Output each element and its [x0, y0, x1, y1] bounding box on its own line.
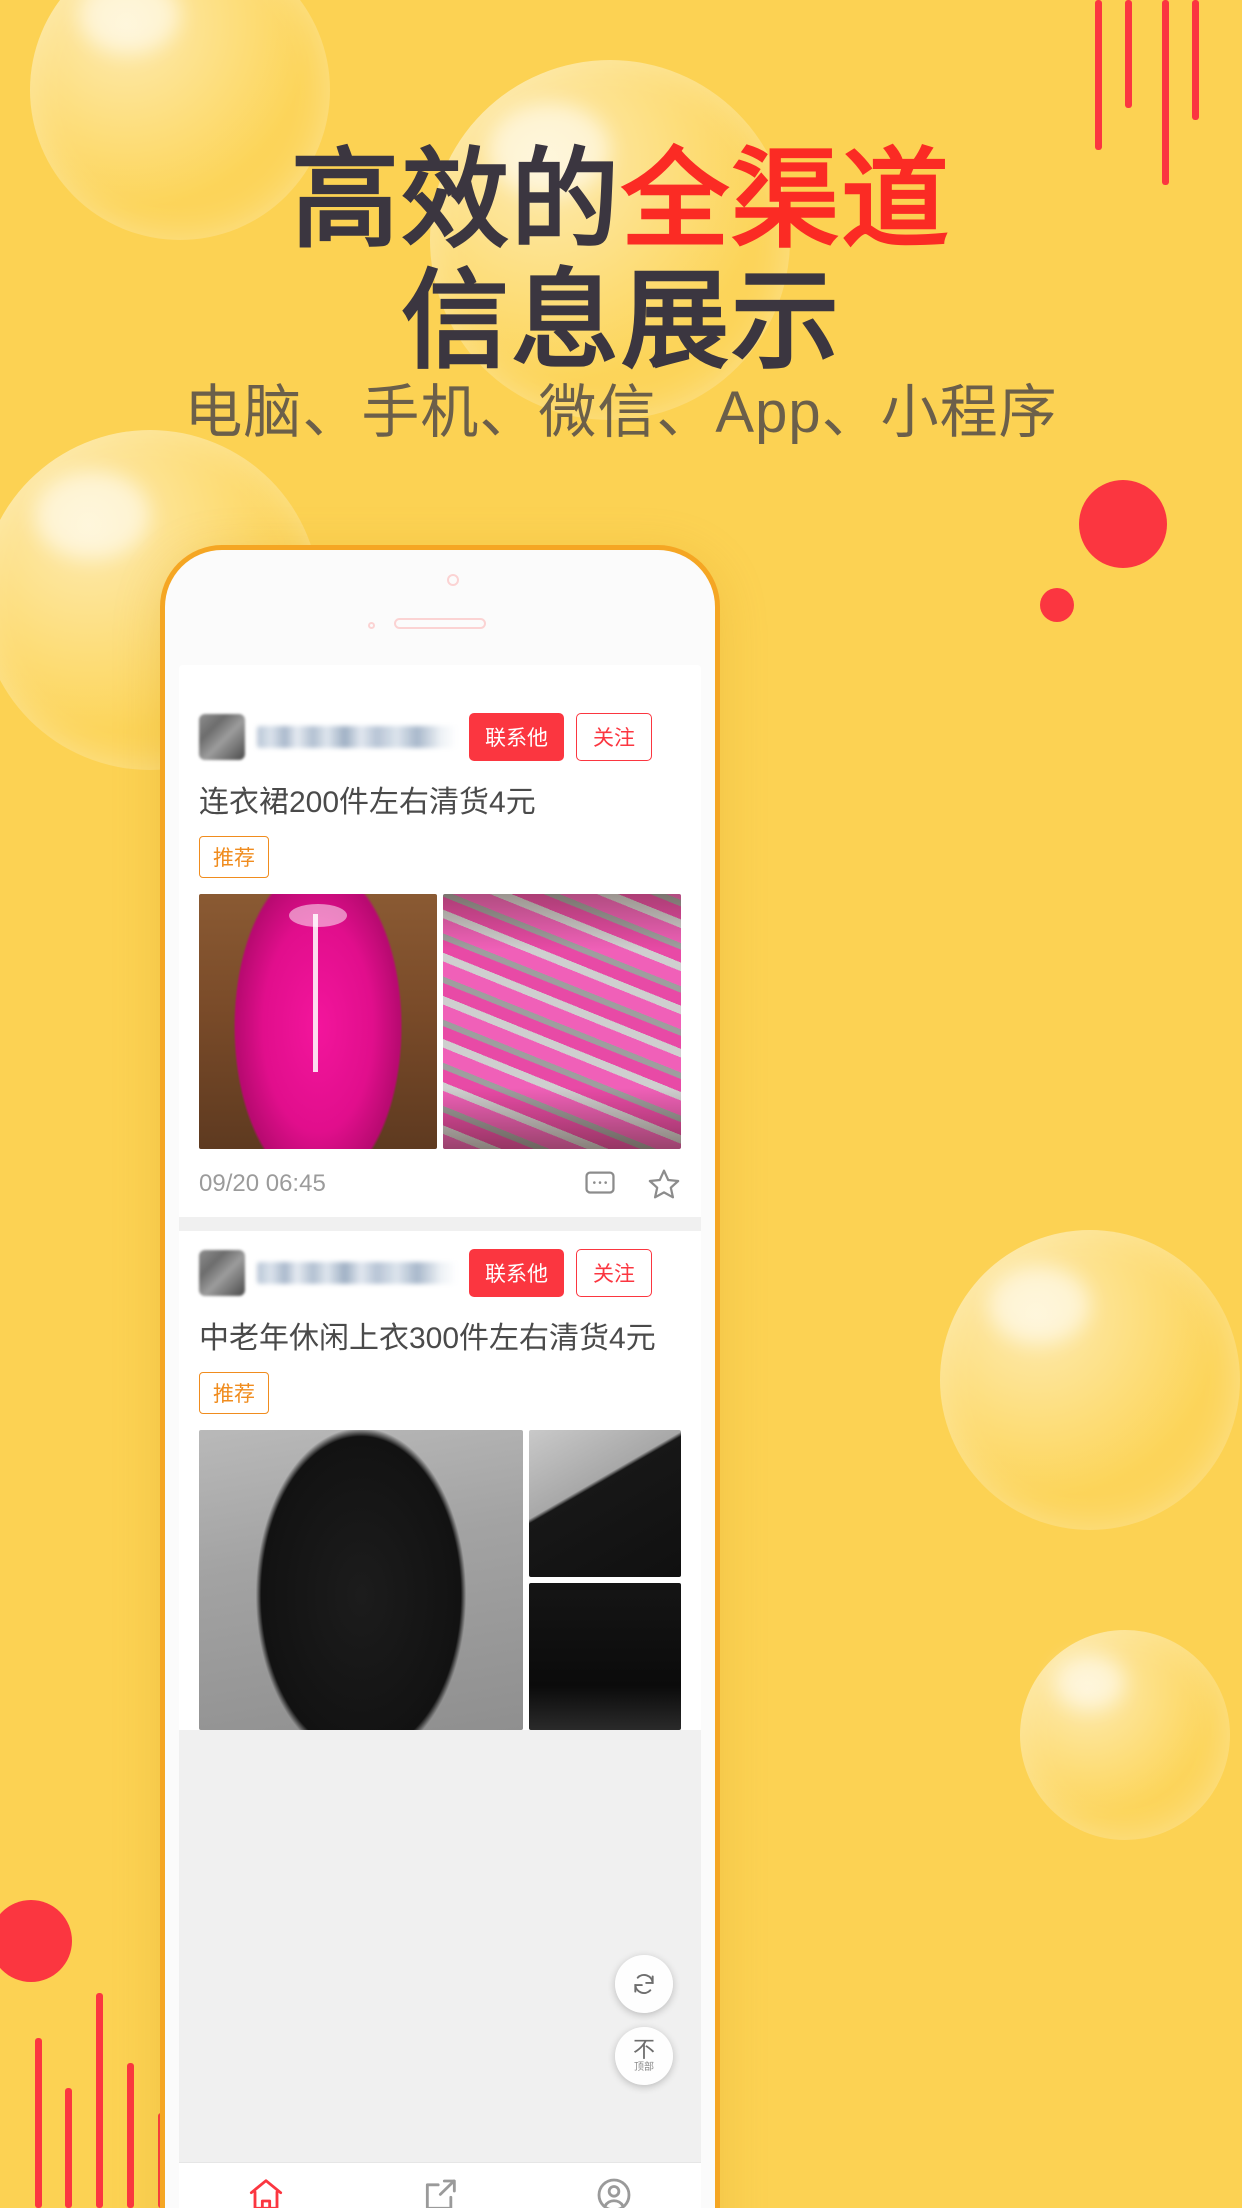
floating-action-buttons: 不 顶部: [615, 1955, 673, 2085]
post-header: 联系他 关注: [199, 1249, 681, 1303]
post-footer-actions: [583, 1167, 681, 1201]
earpiece-speaker: [394, 618, 486, 629]
post-footer: 09/20 06:45: [199, 1149, 681, 1217]
red-bar-decoration: [127, 2063, 134, 2208]
red-bar-decoration: [1125, 0, 1132, 108]
status-badge: 推荐: [199, 836, 269, 878]
red-bar-decoration: [1192, 0, 1199, 120]
list-item[interactable]: 联系他 关注 连衣裙200件左右清货4元 推荐 09/20 06:45: [179, 695, 701, 1217]
red-circle-decoration: [1040, 588, 1074, 622]
post-title[interactable]: 中老年休闲上衣300件左右清货4元: [199, 1319, 681, 1358]
headline-line-2: 信息展示: [400, 259, 841, 381]
post-action-buttons: 联系他 关注: [469, 1249, 652, 1297]
tab-profile[interactable]: 我的: [527, 2175, 701, 2208]
contact-button[interactable]: 联系他: [469, 713, 564, 761]
bottom-tab-bar: 首页 发布: [179, 2162, 701, 2208]
follow-button[interactable]: 关注: [576, 1249, 652, 1297]
avatar[interactable]: [199, 1250, 245, 1296]
avatar[interactable]: [199, 714, 245, 760]
refresh-icon[interactable]: [615, 1955, 673, 2013]
post-photo[interactable]: [528, 1430, 681, 1577]
post-photo-column: [528, 1430, 681, 1730]
post-title[interactable]: 连衣裙200件左右清货4元: [199, 783, 681, 822]
post-timestamp: 09/20 06:45: [199, 1170, 326, 1197]
bubble-decoration: [1020, 1630, 1230, 1840]
post-action-buttons: 联系他 关注: [469, 713, 652, 761]
back-to-top-label: 顶部: [634, 2062, 654, 2073]
bubble-decoration: [940, 1230, 1240, 1530]
red-bar-decoration: [96, 1993, 103, 2208]
red-circle-decoration: [0, 1900, 72, 1982]
back-to-top-button[interactable]: 不 顶部: [615, 2027, 673, 2085]
profile-icon: [594, 2175, 634, 2208]
home-icon: [246, 2175, 286, 2208]
promo-subheadline: 电脑、手机、微信、App、小程序: [184, 380, 1058, 445]
headline-accent-text: 全渠道: [621, 139, 952, 260]
headline-dark-text: 高效的: [290, 139, 621, 260]
list-item[interactable]: 联系他 关注 中老年休闲上衣300件左右清货4元 推荐: [179, 1231, 701, 1730]
post-feed[interactable]: 联系他 关注 连衣裙200件左右清货4元 推荐 09/20 06:45 联系他 …: [179, 695, 701, 2162]
tab-publish[interactable]: 发布: [353, 2175, 527, 2208]
back-to-top-glyph: 不: [632, 2037, 655, 2062]
proximity-sensor-icon: [368, 622, 375, 629]
red-bar-decoration: [65, 2088, 72, 2208]
follow-button[interactable]: 关注: [576, 713, 652, 761]
tab-home[interactable]: 首页: [179, 2175, 353, 2208]
status-badge: 推荐: [199, 1372, 269, 1414]
phone-screen: 联系他 关注 连衣裙200件左右清货4元 推荐 09/20 06:45 联系他 …: [179, 665, 701, 2208]
post-photo-grid[interactable]: [199, 1430, 681, 1730]
post-photo[interactable]: [443, 894, 681, 1149]
phone-mockup: 联系他 关注 连衣裙200件左右清货4元 推荐 09/20 06:45 联系他 …: [160, 545, 720, 2208]
post-header: 联系他 关注: [199, 713, 681, 767]
post-photo[interactable]: [528, 1583, 681, 1730]
post-photo[interactable]: [199, 1430, 523, 1730]
post-photo[interactable]: [199, 894, 437, 1149]
front-camera-icon: [447, 574, 459, 586]
star-icon[interactable]: [647, 1167, 681, 1201]
post-username: [257, 726, 457, 748]
post-username: [257, 1262, 457, 1284]
red-circle-decoration: [1079, 480, 1167, 568]
headline-line-1: 高效的全渠道: [0, 139, 1242, 261]
contact-button[interactable]: 联系他: [469, 1249, 564, 1297]
promo-headline: 高效的全渠道 信息展示: [0, 139, 1242, 382]
comment-icon[interactable]: [583, 1167, 617, 1201]
publish-icon: [420, 2175, 460, 2208]
app-status-bar: [179, 665, 701, 695]
phone-top-bezel: [165, 550, 715, 665]
red-bar-decoration: [1095, 0, 1102, 150]
post-photo-grid[interactable]: [199, 894, 681, 1149]
red-bar-decoration: [35, 2038, 42, 2208]
